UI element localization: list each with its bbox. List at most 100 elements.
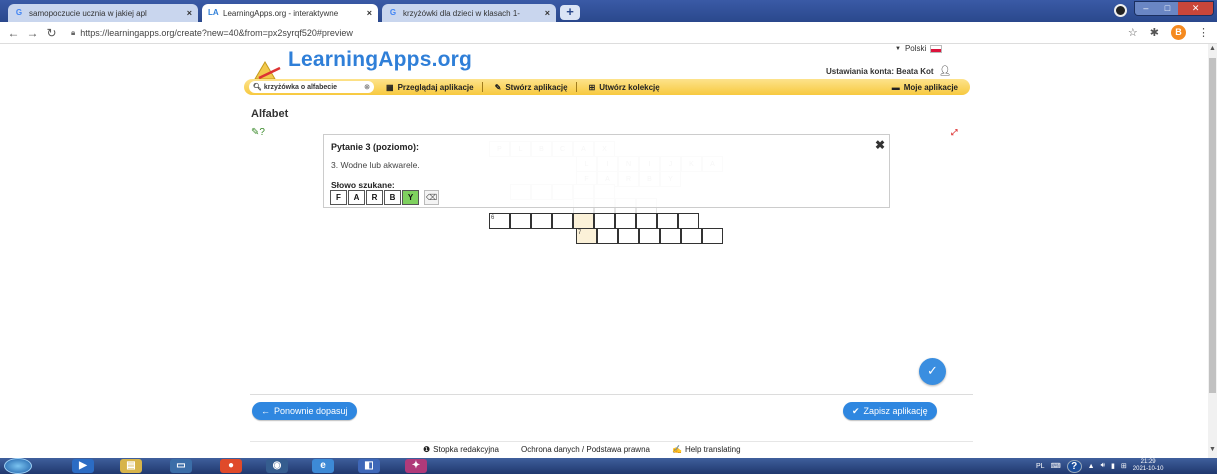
crossword-cell[interactable] (657, 213, 678, 229)
file-explorer-icon[interactable]: ▤ (120, 459, 142, 473)
minimize-button[interactable]: – (1135, 2, 1157, 15)
answer-letter[interactable]: B (384, 190, 401, 205)
save-label: Zapisz aplikację (863, 406, 928, 416)
nav-create-label: Stwórz aplikację (505, 82, 568, 92)
crossword-cell[interactable] (510, 213, 531, 229)
crossword-cell[interactable] (660, 228, 681, 244)
crossword-cell[interactable] (639, 228, 660, 244)
app-icon[interactable]: ✦ (405, 459, 427, 473)
app-icon[interactable]: ◧ (358, 459, 380, 473)
backspace-icon[interactable]: ⌫ (424, 190, 439, 205)
network-icon[interactable]: ⊞ (1121, 462, 1127, 470)
answer-letter[interactable]: A (348, 190, 365, 205)
page-title: Alfabet (251, 108, 289, 120)
translate-icon: ✍ (671, 445, 682, 454)
close-tab-icon[interactable]: × (363, 8, 372, 18)
maximize-button[interactable]: □ (1156, 2, 1179, 15)
scroll-thumb[interactable] (1209, 58, 1216, 393)
crossword-cell[interactable] (636, 213, 657, 229)
nav-my-apps[interactable]: ▬ Moje aplikacje (892, 83, 958, 92)
search-input[interactable]: 🔍︎ krzyżówka o alfabecie ⊗ (249, 81, 374, 93)
close-icon[interactable]: ✖ (875, 138, 885, 152)
close-tab-icon[interactable]: × (183, 8, 192, 18)
extensions-icon[interactable]: ✱ (1150, 26, 1159, 39)
crossword-cell[interactable]: 6 (489, 213, 510, 229)
answer-word: F A R B Y ⌫ (330, 190, 439, 205)
tab-1[interactable]: G samopoczucie ucznia w jakiej apl × (8, 4, 198, 22)
close-tab-icon[interactable]: × (541, 8, 550, 18)
crossword-cell[interactable] (681, 228, 702, 244)
volume-icon[interactable]: 🔊︎ (1101, 462, 1105, 470)
signal-icon[interactable]: ▮ (1111, 462, 1115, 470)
nav-create-collection[interactable]: ⊞ Utwórz kolekcję (589, 83, 660, 92)
site-logo[interactable]: LearningApps.org (288, 48, 472, 72)
footer: ❶ Stopka redakcyjna Ochrona danych / Pods… (423, 445, 741, 454)
answer-letter[interactable]: R (366, 190, 383, 205)
answer-letter[interactable]: Y (402, 190, 419, 205)
clock-date: 2021-10-10 (1132, 466, 1164, 472)
check-icon: ✔ (852, 405, 860, 416)
check-solution-button[interactable]: ✓ (919, 358, 946, 385)
help-icon[interactable]: ? (1066, 459, 1082, 473)
crossword-cell[interactable] (573, 213, 594, 229)
clock[interactable]: 21:29 2021-10-10 (1133, 459, 1164, 473)
crossword-cell[interactable] (597, 228, 618, 244)
footer-link-privacy[interactable]: Ochrona danych / Podstawa prawna (521, 445, 650, 454)
save-app-button[interactable]: ✔ Zapisz aplikację (843, 402, 937, 420)
internet-explorer-icon[interactable]: e (312, 459, 334, 473)
nav-browse-apps[interactable]: ▦ Przeglądaj aplikacje (386, 83, 474, 92)
url-field[interactable]: 🔒︎ https://learningapps.org/create?new=4… (71, 28, 353, 38)
forward-icon[interactable]: → (23, 26, 42, 40)
crossword-cell[interactable] (702, 228, 723, 244)
url-text: https://learningapps.org/create?new=40&f… (80, 27, 353, 38)
clear-search-icon[interactable]: ⊗ (364, 83, 370, 91)
arrow-left-icon: ← (261, 406, 270, 416)
footer-link-label: Help translating (684, 445, 741, 454)
divider (250, 441, 973, 442)
app-icon[interactable]: ◉ (266, 459, 288, 473)
chevron-up-icon[interactable]: ▲ (1088, 463, 1095, 470)
crossword-cell[interactable] (678, 213, 699, 229)
crossword-cell[interactable] (531, 213, 552, 229)
answer-letter[interactable]: F (330, 190, 347, 205)
language-selector[interactable]: ▼ Polski (895, 44, 943, 53)
profile-indicator-icon[interactable] (1114, 4, 1127, 17)
start-button[interactable] (4, 458, 32, 474)
scroll-up-icon[interactable]: ▲ (1208, 45, 1217, 52)
nav-create-app[interactable]: ✎ Stwórz aplikację (495, 83, 568, 92)
account-settings[interactable]: Ustawiania konta: Beata Kot 👤︎ (826, 66, 951, 77)
close-window-button[interactable]: ✕ (1178, 2, 1213, 15)
tab-3[interactable]: G krzyżówki dla dzieci w klasach 1- × (382, 4, 556, 22)
reload-icon[interactable]: ↻ (42, 26, 61, 40)
back-icon[interactable]: ← (4, 26, 23, 40)
menu-icon[interactable]: ⋮ (1198, 26, 1209, 39)
tab-title: samopoczucie ucznia w jakiej apl (29, 8, 147, 18)
keyboard-icon[interactable]: ⌨ (1051, 462, 1061, 470)
page-scrollbar[interactable]: ▲ ▼ (1208, 44, 1217, 458)
avatar[interactable]: B (1171, 25, 1186, 40)
fullscreen-icon[interactable]: ⤢ (951, 128, 957, 138)
info-icon: ❶ (423, 445, 431, 454)
tab-2[interactable]: LA LearningApps.org - interaktywne × (202, 4, 378, 22)
app-icon[interactable]: ▭ (170, 459, 192, 473)
chevron-down-icon: ▼ (895, 45, 901, 52)
crossword-cell[interactable] (552, 213, 573, 229)
new-tab-button[interactable]: + (560, 5, 580, 20)
footer-link-translate[interactable]: ✍ Help translating (672, 445, 741, 454)
taskbar: ▶ ▤ ▭ ● ◉ e ◧ ✦ PL ⌨ ? ▲ 🔊︎ ▮ ⊞ 21:29 20… (0, 458, 1217, 474)
divider (481, 82, 483, 92)
crossword-cell[interactable]: 7 (576, 228, 597, 244)
media-player-icon[interactable]: ▶ (72, 459, 94, 473)
help-icon[interactable]: ✎? (251, 128, 265, 138)
crossword-cell[interactable] (618, 228, 639, 244)
crossword-cell[interactable] (594, 213, 615, 229)
redo-button[interactable]: ← Ponownie dopasuj (252, 402, 357, 420)
language-indicator[interactable]: PL (1036, 463, 1045, 470)
chrome-icon[interactable]: ● (220, 459, 242, 473)
crossword-cell[interactable] (615, 213, 636, 229)
scroll-down-icon[interactable]: ▼ (1208, 446, 1217, 453)
footer-link-imprint[interactable]: ❶ Stopka redakcyjna (423, 445, 499, 454)
pencil-icon: ✎ (494, 82, 502, 92)
google-icon: G (389, 8, 397, 17)
star-icon[interactable]: ☆ (1128, 26, 1138, 39)
